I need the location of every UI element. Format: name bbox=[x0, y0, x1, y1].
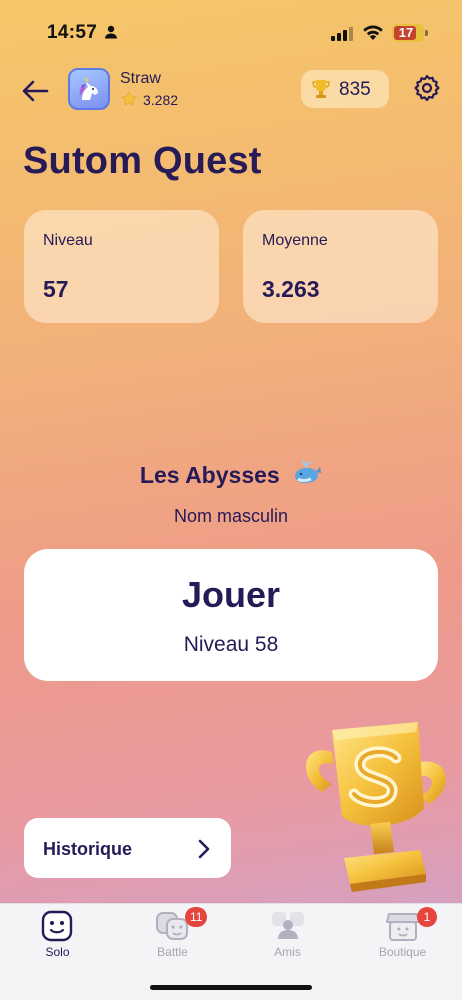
home-indicator bbox=[150, 985, 312, 990]
word-hint: Nom masculin bbox=[173, 506, 289, 526]
tab-label: Battle bbox=[157, 945, 188, 959]
history-label: Historique bbox=[43, 839, 133, 859]
level-name: Les Abysses bbox=[139, 462, 280, 488]
whale-icon bbox=[292, 460, 322, 492]
friends-icon bbox=[271, 910, 305, 945]
trophy-icon bbox=[311, 78, 331, 105]
chevron-right-icon bbox=[196, 838, 212, 865]
stat-value: 3.263 bbox=[262, 276, 320, 302]
settings-button[interactable] bbox=[410, 71, 444, 105]
stat-label: Niveau bbox=[43, 232, 93, 249]
level-name-row: Les Abysses bbox=[0, 460, 462, 492]
status-time: 14:57 bbox=[47, 22, 98, 43]
trophy-count: 835 bbox=[339, 79, 371, 100]
battery-icon: 17 bbox=[392, 24, 424, 42]
trophy-counter[interactable]: 835 bbox=[301, 70, 389, 108]
tab-battle[interactable]: 11 Battle bbox=[115, 904, 230, 974]
tab-label: Amis bbox=[274, 945, 301, 959]
person-icon bbox=[104, 25, 118, 44]
tab-label: Solo bbox=[45, 945, 70, 959]
play-label: Jouer bbox=[181, 574, 281, 615]
shop-icon bbox=[386, 910, 420, 947]
battle-badge: 11 bbox=[185, 907, 208, 927]
unicorn-icon bbox=[79, 76, 98, 100]
page-title: Sutom Quest bbox=[23, 140, 262, 182]
signal-icon bbox=[331, 27, 353, 46]
average-stat-card: Moyenne 3.263 bbox=[243, 210, 438, 323]
stat-label: Moyenne bbox=[262, 232, 328, 249]
level-stat-card: Niveau 57 bbox=[24, 210, 219, 323]
tab-friends[interactable]: Amis bbox=[230, 904, 345, 974]
tab-label: Boutique bbox=[378, 945, 427, 959]
tab-solo[interactable]: Solo bbox=[0, 904, 115, 974]
tab-shop[interactable]: 1 Boutique bbox=[345, 904, 460, 974]
smiley-icon bbox=[41, 910, 73, 947]
battery-level: 17 bbox=[398, 25, 414, 40]
player-rating: 3.282 bbox=[143, 92, 179, 108]
back-button[interactable] bbox=[18, 74, 52, 108]
arrow-left-icon bbox=[22, 80, 49, 102]
star-icon bbox=[121, 91, 137, 112]
avatar[interactable] bbox=[68, 68, 110, 110]
trophy-illustration bbox=[292, 712, 462, 902]
wifi-icon bbox=[362, 24, 384, 46]
play-level: Niveau 58 bbox=[183, 633, 279, 656]
status-bar: 14:57 17 bbox=[0, 0, 462, 62]
shop-badge: 1 bbox=[417, 907, 437, 927]
stat-value: 57 bbox=[43, 276, 69, 302]
play-button[interactable]: Jouer Niveau 58 bbox=[24, 549, 438, 681]
username: Straw bbox=[120, 70, 161, 87]
gear-icon bbox=[414, 74, 440, 102]
